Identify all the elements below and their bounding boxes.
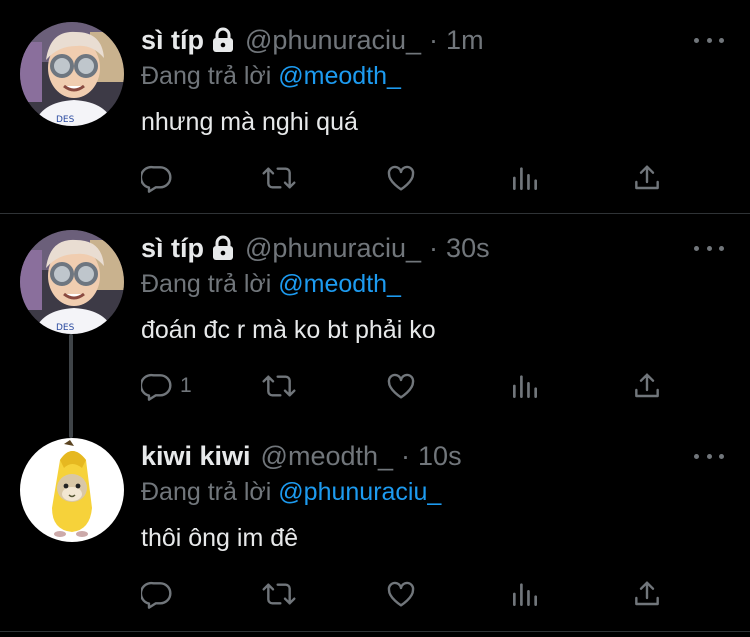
svg-text:DES: DES (56, 323, 75, 333)
reply-icon (141, 578, 173, 610)
tweet[interactable]: DES sì típ @phunuraciu_ · 1m Đang trả lờ… (0, 22, 750, 212)
display-name[interactable]: sì típ (141, 233, 204, 264)
tweet[interactable]: DES sì típ @phunuraciu_ · 30s Đang trả l… (0, 230, 750, 438)
timestamp[interactable]: 10s (418, 441, 462, 472)
divider (0, 631, 750, 632)
thread-connector-line (69, 334, 73, 438)
reply-icon (141, 162, 173, 194)
tweet-actions (141, 578, 681, 610)
username-handle[interactable]: @phunuraciu_ (245, 25, 421, 56)
replying-to-label: Đang trả lời (141, 270, 272, 298)
analytics-icon (509, 162, 541, 194)
analytics-icon (509, 578, 541, 610)
more-icon[interactable] (694, 238, 724, 258)
retweet-button[interactable] (261, 370, 297, 402)
heart-icon (385, 578, 417, 610)
lock-icon (211, 27, 235, 53)
more-icon[interactable] (694, 446, 724, 466)
analytics-button[interactable] (509, 578, 541, 610)
tweet-header: sì típ @phunuraciu_ · 30s (141, 230, 490, 266)
tweet-header: sì típ @phunuraciu_ · 1m (141, 22, 484, 58)
tweet-text: đoán đc r mà ko bt phải ko (141, 316, 436, 344)
retweet-button[interactable] (261, 162, 297, 194)
display-name[interactable]: kiwi kiwi (141, 441, 251, 472)
tweet-header: kiwi kiwi @meodth_ · 10s (141, 438, 462, 474)
share-icon (631, 370, 663, 402)
share-icon (631, 162, 663, 194)
share-icon (631, 578, 663, 610)
tweet-actions: 1 (141, 370, 681, 402)
retweet-icon (261, 162, 297, 194)
avatar[interactable]: DES (20, 22, 124, 126)
reply-button[interactable] (141, 162, 173, 194)
analytics-button[interactable] (509, 370, 541, 402)
divider (0, 213, 750, 214)
reply-button[interactable]: 1 (141, 370, 192, 402)
tweet-text: nhưng mà nghi quá (141, 108, 358, 136)
like-button[interactable] (385, 370, 417, 402)
avatar[interactable]: DES (20, 230, 124, 334)
username-handle[interactable]: @meodth_ (261, 441, 393, 472)
retweet-icon (261, 370, 297, 402)
replying-to-label: Đang trả lời (141, 62, 272, 90)
tweet-text: thôi ông im đê (141, 524, 299, 552)
share-button[interactable] (631, 578, 663, 610)
svg-text:DES: DES (56, 115, 75, 125)
separator-dot: · (401, 440, 411, 471)
replying-to-label: Đang trả lời (141, 478, 272, 506)
analytics-button[interactable] (509, 162, 541, 194)
reply-count: 1 (180, 374, 192, 397)
timestamp[interactable]: 30s (446, 233, 490, 264)
share-button[interactable] (631, 370, 663, 402)
mention-link[interactable]: @phunuraciu_ (278, 478, 441, 506)
more-icon[interactable] (694, 30, 724, 50)
separator-dot: · (429, 232, 439, 263)
heart-icon (385, 162, 417, 194)
username-handle[interactable]: @phunuraciu_ (245, 233, 421, 264)
lock-icon (211, 235, 235, 261)
tweet[interactable]: kiwi kiwi @meodth_ · 10s Đang trả lời @p… (0, 438, 750, 628)
display-name[interactable]: sì típ (141, 25, 204, 56)
like-button[interactable] (385, 578, 417, 610)
like-button[interactable] (385, 162, 417, 194)
analytics-icon (509, 370, 541, 402)
replying-to: Đang trả lời @phunuraciu_ (141, 478, 441, 507)
reply-button[interactable] (141, 578, 173, 610)
mention-link[interactable]: @meodth_ (278, 62, 401, 90)
separator-dot: · (429, 24, 439, 55)
replying-to: Đang trả lời @meodth_ (141, 62, 401, 91)
share-button[interactable] (631, 162, 663, 194)
heart-icon (385, 370, 417, 402)
timestamp[interactable]: 1m (446, 25, 484, 56)
mention-link[interactable]: @meodth_ (278, 270, 401, 298)
retweet-icon (261, 578, 297, 610)
replying-to: Đang trả lời @meodth_ (141, 270, 401, 299)
tweet-actions (141, 162, 681, 194)
retweet-button[interactable] (261, 578, 297, 610)
reply-icon (141, 370, 173, 402)
avatar[interactable] (20, 438, 124, 542)
